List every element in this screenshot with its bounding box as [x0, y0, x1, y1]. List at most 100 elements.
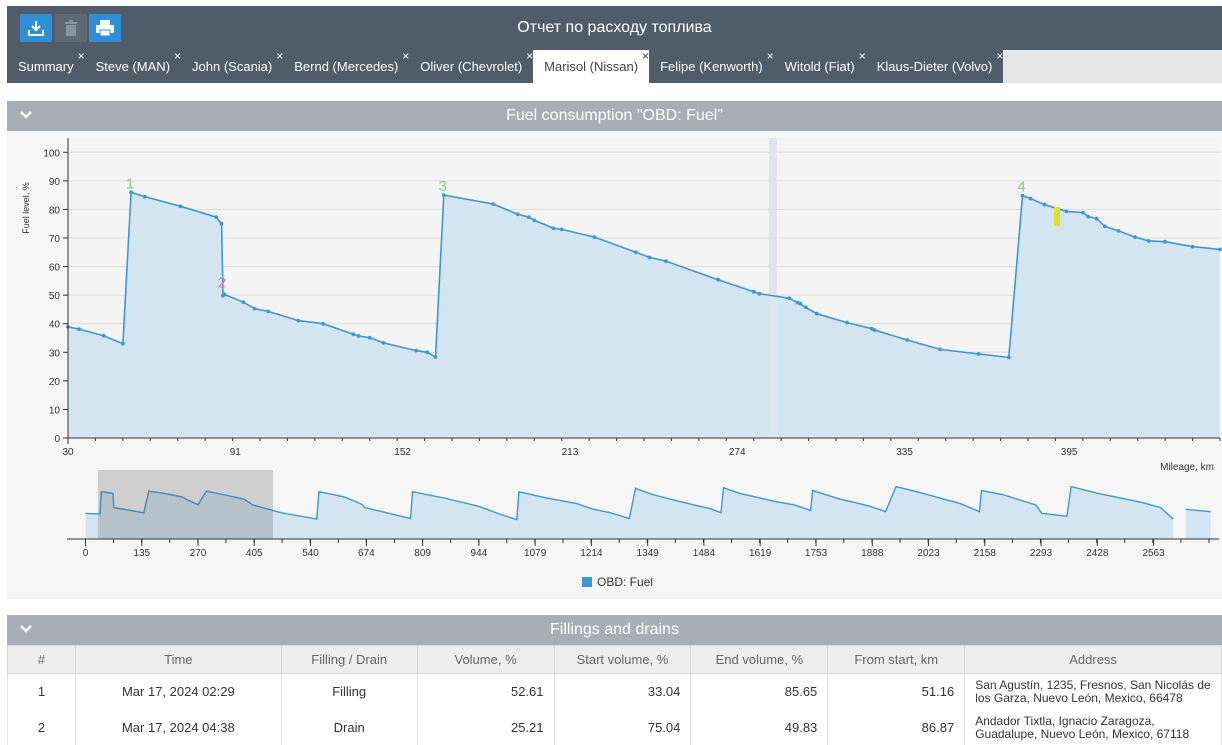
- data-point[interactable]: [716, 277, 720, 282]
- table-row[interactable]: 1 Mar 17, 2024 02:29 Filling 52.61 33.04…: [7, 673, 1222, 710]
- overview-tick-label: 2563: [1142, 548, 1165, 559]
- data-point[interactable]: [1102, 224, 1107, 229]
- data-point[interactable]: [751, 289, 756, 294]
- data-point[interactable]: [647, 255, 652, 260]
- data-point[interactable]: [664, 259, 668, 263]
- data-point[interactable]: [252, 306, 257, 311]
- data-point[interactable]: [787, 296, 792, 301]
- data-point[interactable]: [77, 327, 81, 331]
- data-point[interactable]: [1146, 239, 1151, 243]
- close-icon[interactable]: ×: [78, 40, 85, 73]
- column-header[interactable]: Volume, %: [416, 645, 555, 674]
- data-point[interactable]: [551, 226, 556, 231]
- column-header[interactable]: Start volume, %: [553, 645, 692, 674]
- data-point[interactable]: [321, 321, 325, 326]
- data-point[interactable]: [219, 221, 224, 226]
- data-point[interactable]: [803, 305, 808, 310]
- column-header[interactable]: Filling / Drain: [280, 645, 418, 674]
- y-tick-label: 100: [43, 148, 60, 159]
- legend-swatch[interactable]: [582, 577, 592, 587]
- tab-marisol-nissan[interactable]: Marisol (Nissan) ×: [533, 49, 650, 83]
- data-point[interactable]: [532, 218, 537, 223]
- data-point[interactable]: [1064, 209, 1069, 214]
- data-point[interactable]: [381, 341, 386, 345]
- overview-tick-label: 1484: [693, 548, 716, 559]
- data-point[interactable]: [1006, 355, 1011, 360]
- data-point[interactable]: [351, 332, 356, 337]
- close-icon[interactable]: ×: [276, 40, 283, 73]
- data-point[interactable]: [178, 204, 183, 209]
- data-point[interactable]: [1190, 244, 1195, 249]
- data-point[interactable]: [1042, 202, 1047, 207]
- data-point[interactable]: [142, 194, 147, 199]
- data-point[interactable]: [515, 212, 520, 217]
- data-point[interactable]: [101, 333, 106, 338]
- data-point[interactable]: [241, 300, 246, 305]
- tab-oliver-chevrolet[interactable]: Oliver (Chevrolet) ×: [409, 49, 533, 83]
- data-point[interactable]: [425, 350, 430, 355]
- close-icon[interactable]: ×: [996, 40, 1003, 73]
- close-icon[interactable]: ×: [642, 40, 649, 73]
- data-point[interactable]: [433, 355, 438, 359]
- address: San Agustín, 1235, Fresnos, San Nicolás …: [964, 673, 1222, 710]
- tab-witold-fiat[interactable]: Witold (Fiat) ×: [774, 49, 866, 83]
- tab-felipe-kenworth[interactable]: Felipe (Kenworth) ×: [649, 49, 774, 83]
- data-point[interactable]: [1163, 239, 1167, 244]
- data-point[interactable]: [905, 338, 910, 342]
- tab-john-scania[interactable]: John (Scania) ×: [181, 49, 283, 83]
- data-point[interactable]: [1086, 214, 1091, 219]
- data-point[interactable]: [1094, 216, 1099, 221]
- data-point[interactable]: [633, 250, 638, 255]
- data-point[interactable]: [526, 215, 531, 219]
- data-point[interactable]: [976, 352, 981, 356]
- data-point[interactable]: [872, 328, 877, 332]
- data-point[interactable]: [1218, 247, 1222, 252]
- x-tick-label: 274: [729, 447, 746, 458]
- data-point[interactable]: [1133, 235, 1137, 239]
- data-point[interactable]: [938, 347, 943, 352]
- data-point[interactable]: [121, 341, 125, 346]
- data-point[interactable]: [367, 335, 372, 340]
- from-start: 86.87: [827, 709, 966, 745]
- fillings-section-header[interactable]: Fillings and drains: [7, 615, 1222, 645]
- column-header[interactable]: End volume, %: [690, 645, 829, 674]
- data-point[interactable]: [757, 291, 762, 296]
- tab-klaus-dieter-volvo[interactable]: Klaus-Dieter (Volvo) ×: [866, 49, 1004, 83]
- data-point[interactable]: [1116, 229, 1121, 233]
- column-header[interactable]: Address: [964, 645, 1222, 674]
- close-icon[interactable]: ×: [859, 40, 866, 73]
- data-point[interactable]: [222, 292, 227, 297]
- data-point[interactable]: [214, 215, 219, 219]
- data-point[interactable]: [845, 320, 849, 325]
- overview-tick-label: 2023: [917, 548, 940, 559]
- data-point[interactable]: [266, 309, 271, 314]
- close-icon[interactable]: ×: [526, 40, 533, 73]
- data-point[interactable]: [414, 348, 419, 353]
- event-type: Drain: [280, 709, 418, 745]
- column-header[interactable]: #: [7, 645, 76, 674]
- data-point[interactable]: [592, 235, 597, 239]
- fuel-level-chart[interactable]: 010203040506070809010030 91 152 213 274 335 39…: [7, 131, 1222, 599]
- x-tick-label: 30: [62, 447, 74, 458]
- tab-bernd-mercedes[interactable]: Bernd (Mercedes) ×: [283, 49, 409, 83]
- tab-steve-man[interactable]: Steve (MAN) ×: [85, 49, 181, 83]
- tab-summary[interactable]: Summary ×: [7, 49, 85, 83]
- data-point[interactable]: [798, 301, 803, 306]
- data-point[interactable]: [491, 202, 495, 206]
- column-header[interactable]: From start, km: [827, 645, 966, 674]
- tab-strip: Summary × Steve (MAN) × John (Scania) × Bernd …: [7, 49, 1004, 83]
- column-header[interactable]: Time: [74, 645, 282, 674]
- table-row[interactable]: 2 Mar 17, 2024 04:38 Drain 25.21 75.04 4…: [7, 709, 1222, 745]
- close-icon[interactable]: ×: [174, 40, 181, 73]
- overview-selection[interactable]: [98, 470, 274, 539]
- fuel-section-header[interactable]: Fuel consumption "OBD: Fuel": [7, 101, 1222, 131]
- data-point[interactable]: [559, 227, 564, 232]
- data-point[interactable]: [296, 318, 301, 323]
- data-point[interactable]: [814, 311, 819, 316]
- close-icon[interactable]: ×: [767, 40, 774, 73]
- highlight-marker[interactable]: [1054, 207, 1060, 226]
- data-point[interactable]: [1028, 196, 1033, 201]
- data-point[interactable]: [1081, 210, 1085, 215]
- data-point[interactable]: [356, 334, 361, 338]
- close-icon[interactable]: ×: [402, 40, 409, 73]
